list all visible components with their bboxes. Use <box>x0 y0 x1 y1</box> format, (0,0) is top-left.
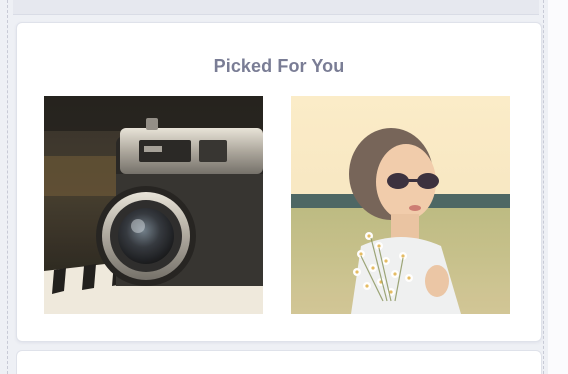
previous-card-edge <box>13 0 539 15</box>
next-card-edge <box>16 350 542 374</box>
camera-photo[interactable] <box>44 96 263 314</box>
portrait-photo[interactable] <box>291 96 510 314</box>
section-title: Picked For You <box>213 56 345 76</box>
page: Picked For You <box>0 0 568 374</box>
right-gutter <box>548 0 568 374</box>
picked-for-you-card: Picked For You <box>16 22 542 342</box>
